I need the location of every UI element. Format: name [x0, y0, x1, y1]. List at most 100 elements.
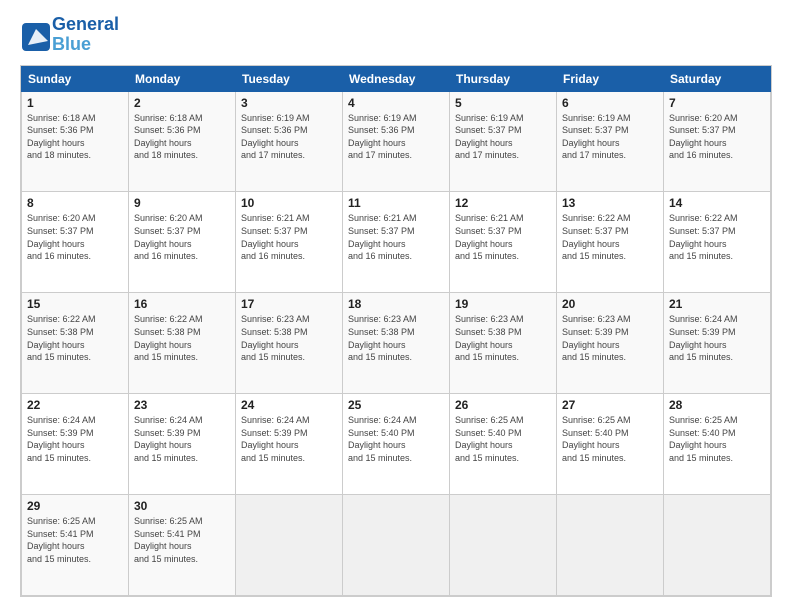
table-row: 21 Sunrise: 6:24 AM Sunset: 5:39 PM Dayl…	[664, 293, 771, 394]
day-info: Sunrise: 6:21 AM Sunset: 5:37 PM Dayligh…	[241, 212, 337, 262]
day-info: Sunrise: 6:20 AM Sunset: 5:37 PM Dayligh…	[27, 212, 123, 262]
day-info: Sunrise: 6:22 AM Sunset: 5:37 PM Dayligh…	[669, 212, 765, 262]
day-number: 23	[134, 398, 230, 412]
weekday-header: Friday	[557, 66, 664, 91]
day-info: Sunrise: 6:18 AM Sunset: 5:36 PM Dayligh…	[27, 112, 123, 162]
day-number: 12	[455, 196, 551, 210]
day-number: 19	[455, 297, 551, 311]
table-row: 29 Sunrise: 6:25 AM Sunset: 5:41 PM Dayl…	[22, 495, 129, 596]
day-number: 11	[348, 196, 444, 210]
table-row: 26 Sunrise: 6:25 AM Sunset: 5:40 PM Dayl…	[450, 394, 557, 495]
day-info: Sunrise: 6:20 AM Sunset: 5:37 PM Dayligh…	[669, 112, 765, 162]
day-number: 26	[455, 398, 551, 412]
day-number: 28	[669, 398, 765, 412]
day-info: Sunrise: 6:25 AM Sunset: 5:41 PM Dayligh…	[27, 515, 123, 565]
day-info: Sunrise: 6:19 AM Sunset: 5:37 PM Dayligh…	[455, 112, 551, 162]
table-row: 27 Sunrise: 6:25 AM Sunset: 5:40 PM Dayl…	[557, 394, 664, 495]
day-info: Sunrise: 6:24 AM Sunset: 5:39 PM Dayligh…	[27, 414, 123, 464]
table-row: 25 Sunrise: 6:24 AM Sunset: 5:40 PM Dayl…	[343, 394, 450, 495]
table-row: 19 Sunrise: 6:23 AM Sunset: 5:38 PM Dayl…	[450, 293, 557, 394]
day-info: Sunrise: 6:25 AM Sunset: 5:40 PM Dayligh…	[562, 414, 658, 464]
table-row: 4 Sunrise: 6:19 AM Sunset: 5:36 PM Dayli…	[343, 91, 450, 192]
logo-text: General Blue	[52, 15, 119, 55]
day-info: Sunrise: 6:22 AM Sunset: 5:37 PM Dayligh…	[562, 212, 658, 262]
day-info: Sunrise: 6:21 AM Sunset: 5:37 PM Dayligh…	[348, 212, 444, 262]
day-number: 6	[562, 96, 658, 110]
table-row: 11 Sunrise: 6:21 AM Sunset: 5:37 PM Dayl…	[343, 192, 450, 293]
day-info: Sunrise: 6:22 AM Sunset: 5:38 PM Dayligh…	[134, 313, 230, 363]
table-row: 22 Sunrise: 6:24 AM Sunset: 5:39 PM Dayl…	[22, 394, 129, 495]
day-number: 30	[134, 499, 230, 513]
day-info: Sunrise: 6:25 AM Sunset: 5:41 PM Dayligh…	[134, 515, 230, 565]
day-number: 8	[27, 196, 123, 210]
table-row: 9 Sunrise: 6:20 AM Sunset: 5:37 PM Dayli…	[129, 192, 236, 293]
day-number: 17	[241, 297, 337, 311]
weekday-header: Wednesday	[343, 66, 450, 91]
table-row: 3 Sunrise: 6:19 AM Sunset: 5:36 PM Dayli…	[236, 91, 343, 192]
day-number: 16	[134, 297, 230, 311]
table-row: 5 Sunrise: 6:19 AM Sunset: 5:37 PM Dayli…	[450, 91, 557, 192]
table-row	[236, 495, 343, 596]
weekday-header: Saturday	[664, 66, 771, 91]
table-row: 20 Sunrise: 6:23 AM Sunset: 5:39 PM Dayl…	[557, 293, 664, 394]
weekday-header: Thursday	[450, 66, 557, 91]
day-number: 4	[348, 96, 444, 110]
table-row: 28 Sunrise: 6:25 AM Sunset: 5:40 PM Dayl…	[664, 394, 771, 495]
day-info: Sunrise: 6:24 AM Sunset: 5:39 PM Dayligh…	[241, 414, 337, 464]
day-number: 15	[27, 297, 123, 311]
day-info: Sunrise: 6:21 AM Sunset: 5:37 PM Dayligh…	[455, 212, 551, 262]
day-number: 7	[669, 96, 765, 110]
table-row: 13 Sunrise: 6:22 AM Sunset: 5:37 PM Dayl…	[557, 192, 664, 293]
day-number: 22	[27, 398, 123, 412]
weekday-header: Sunday	[22, 66, 129, 91]
table-row: 8 Sunrise: 6:20 AM Sunset: 5:37 PM Dayli…	[22, 192, 129, 293]
logo-icon	[20, 21, 48, 49]
day-info: Sunrise: 6:23 AM Sunset: 5:38 PM Dayligh…	[455, 313, 551, 363]
table-row	[664, 495, 771, 596]
table-row: 14 Sunrise: 6:22 AM Sunset: 5:37 PM Dayl…	[664, 192, 771, 293]
day-number: 13	[562, 196, 658, 210]
day-info: Sunrise: 6:25 AM Sunset: 5:40 PM Dayligh…	[455, 414, 551, 464]
table-row: 30 Sunrise: 6:25 AM Sunset: 5:41 PM Dayl…	[129, 495, 236, 596]
table-row	[343, 495, 450, 596]
day-info: Sunrise: 6:19 AM Sunset: 5:36 PM Dayligh…	[348, 112, 444, 162]
day-info: Sunrise: 6:23 AM Sunset: 5:39 PM Dayligh…	[562, 313, 658, 363]
day-number: 29	[27, 499, 123, 513]
day-info: Sunrise: 6:23 AM Sunset: 5:38 PM Dayligh…	[241, 313, 337, 363]
table-row: 1 Sunrise: 6:18 AM Sunset: 5:36 PM Dayli…	[22, 91, 129, 192]
day-number: 20	[562, 297, 658, 311]
day-info: Sunrise: 6:24 AM Sunset: 5:39 PM Dayligh…	[669, 313, 765, 363]
day-info: Sunrise: 6:19 AM Sunset: 5:36 PM Dayligh…	[241, 112, 337, 162]
day-info: Sunrise: 6:24 AM Sunset: 5:39 PM Dayligh…	[134, 414, 230, 464]
table-row: 2 Sunrise: 6:18 AM Sunset: 5:36 PM Dayli…	[129, 91, 236, 192]
table-row: 23 Sunrise: 6:24 AM Sunset: 5:39 PM Dayl…	[129, 394, 236, 495]
table-row: 10 Sunrise: 6:21 AM Sunset: 5:37 PM Dayl…	[236, 192, 343, 293]
day-info: Sunrise: 6:23 AM Sunset: 5:38 PM Dayligh…	[348, 313, 444, 363]
table-row	[450, 495, 557, 596]
day-number: 14	[669, 196, 765, 210]
day-number: 3	[241, 96, 337, 110]
table-row: 24 Sunrise: 6:24 AM Sunset: 5:39 PM Dayl…	[236, 394, 343, 495]
table-row: 6 Sunrise: 6:19 AM Sunset: 5:37 PM Dayli…	[557, 91, 664, 192]
day-number: 18	[348, 297, 444, 311]
day-info: Sunrise: 6:18 AM Sunset: 5:36 PM Dayligh…	[134, 112, 230, 162]
day-number: 5	[455, 96, 551, 110]
calendar: SundayMondayTuesdayWednesdayThursdayFrid…	[20, 65, 772, 597]
day-number: 10	[241, 196, 337, 210]
day-info: Sunrise: 6:22 AM Sunset: 5:38 PM Dayligh…	[27, 313, 123, 363]
day-number: 2	[134, 96, 230, 110]
day-info: Sunrise: 6:25 AM Sunset: 5:40 PM Dayligh…	[669, 414, 765, 464]
table-row: 15 Sunrise: 6:22 AM Sunset: 5:38 PM Dayl…	[22, 293, 129, 394]
day-number: 27	[562, 398, 658, 412]
table-row: 12 Sunrise: 6:21 AM Sunset: 5:37 PM Dayl…	[450, 192, 557, 293]
day-info: Sunrise: 6:19 AM Sunset: 5:37 PM Dayligh…	[562, 112, 658, 162]
weekday-header: Tuesday	[236, 66, 343, 91]
table-row: 16 Sunrise: 6:22 AM Sunset: 5:38 PM Dayl…	[129, 293, 236, 394]
day-number: 25	[348, 398, 444, 412]
day-number: 1	[27, 96, 123, 110]
table-row: 18 Sunrise: 6:23 AM Sunset: 5:38 PM Dayl…	[343, 293, 450, 394]
weekday-header: Monday	[129, 66, 236, 91]
day-number: 9	[134, 196, 230, 210]
table-row: 7 Sunrise: 6:20 AM Sunset: 5:37 PM Dayli…	[664, 91, 771, 192]
table-row: 17 Sunrise: 6:23 AM Sunset: 5:38 PM Dayl…	[236, 293, 343, 394]
